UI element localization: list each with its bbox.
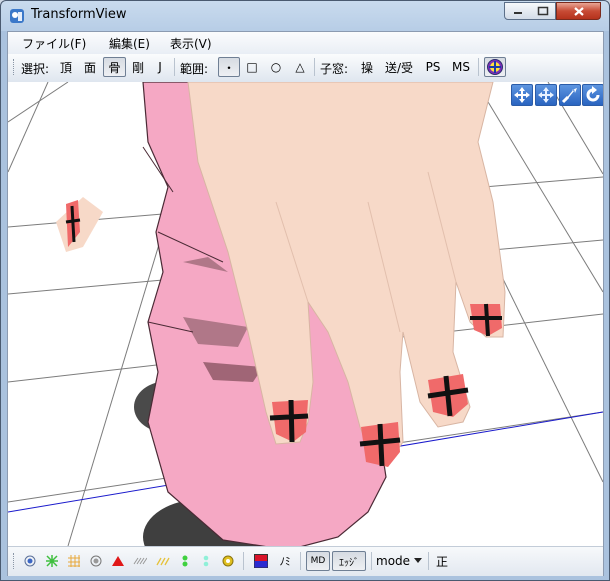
menu-edit[interactable]: 編集(E): [109, 35, 150, 52]
close-button[interactable]: [556, 2, 601, 20]
toolbar-separator: [478, 58, 479, 76]
color-swatch-icon[interactable]: [254, 554, 268, 568]
model-render: [8, 82, 603, 546]
menu-view[interactable]: 表示(V): [170, 35, 212, 52]
3d-viewport[interactable]: [8, 82, 603, 546]
range-rect-button[interactable]: □: [244, 57, 260, 77]
ps-button[interactable]: PS: [423, 57, 443, 77]
toolbar-separator: [243, 552, 244, 570]
toolbar-separator: [428, 552, 429, 570]
mode-select-value: mode: [376, 554, 411, 568]
red-triangle-icon[interactable]: [111, 554, 125, 568]
ms-button[interactable]: MS: [450, 57, 472, 77]
title-bar[interactable]: TransformView: [1, 1, 609, 31]
toolbar-separator: [300, 552, 301, 570]
select-face-button[interactable]: 面: [82, 57, 98, 77]
send-receive-button[interactable]: 送/受: [383, 57, 415, 77]
select-bone-button[interactable]: 骨: [103, 57, 126, 77]
yellow-hatch-icon[interactable]: [156, 554, 170, 568]
chevron-down-icon: [414, 558, 423, 563]
mode-select[interactable]: mode: [376, 551, 424, 571]
app-icon: [9, 8, 25, 24]
operate-button[interactable]: 操: [359, 57, 375, 77]
target-icon[interactable]: [484, 57, 506, 77]
select-joint-button[interactable]: J: [154, 57, 166, 77]
orange-mesh-icon[interactable]: [67, 554, 81, 568]
child-window-label: 子窓:: [320, 62, 349, 76]
toolbar: 選択: 頂 面 骨 剛 J 範囲: ・ □ ○ △ 子窓: 操 送/受 PS M…: [8, 54, 603, 83]
rotate-icon[interactable]: [582, 84, 603, 106]
green-chain-icon[interactable]: [178, 554, 192, 568]
select-rigid-button[interactable]: 剛: [130, 57, 146, 77]
select-vertex-button[interactable]: 頂: [58, 57, 74, 77]
md-button[interactable]: MD: [306, 551, 330, 571]
move-arrows-icon[interactable]: [511, 84, 533, 106]
toolbar-separator: [174, 58, 175, 76]
minimize-button[interactable]: [504, 2, 531, 20]
radio-vertex-icon[interactable]: [23, 554, 37, 568]
toolbar-grip[interactable]: [13, 553, 17, 569]
zoom-arrow-icon[interactable]: [559, 84, 581, 106]
client-area: ファイル(F) 編集(E) 表示(V) 選択: 頂 面 骨 剛 J 範囲: ・ …: [7, 31, 604, 576]
range-triangle-button[interactable]: △: [292, 57, 308, 77]
radio-bone-icon[interactable]: [89, 554, 103, 568]
correct-button[interactable]: 正: [434, 551, 450, 571]
yellow-gear-icon[interactable]: [221, 554, 235, 568]
gray-hatch-icon[interactable]: [133, 554, 147, 568]
cyan-chain-icon[interactable]: [199, 554, 213, 568]
menu-bar: ファイル(F) 編集(E) 表示(V): [8, 32, 603, 54]
menu-file[interactable]: ファイル(F): [22, 35, 86, 52]
edge-button[interactable]: ｴｯｼﾞ: [332, 551, 366, 571]
move-cross-icon[interactable]: [535, 84, 557, 106]
toolbar-separator: [314, 58, 315, 76]
maximize-button[interactable]: [530, 2, 556, 20]
bottom-toolbar: ﾉﾐ MD ｴｯｼﾞ mode 正: [8, 546, 603, 576]
toolbar-separator: [371, 552, 372, 570]
range-label: 範囲:: [180, 62, 209, 76]
window-title: TransformView: [31, 7, 127, 22]
select-label: 選択:: [21, 62, 50, 76]
range-point-button[interactable]: ・: [218, 57, 240, 77]
nomi-label[interactable]: ﾉﾐ: [276, 554, 294, 568]
range-circle-button[interactable]: ○: [268, 57, 284, 77]
green-spark-icon[interactable]: [45, 554, 59, 568]
window: TransformView ファイル(F) 編集(E) 表示(V) 選択: 頂 …: [0, 0, 610, 581]
toolbar-grip[interactable]: [13, 59, 17, 75]
